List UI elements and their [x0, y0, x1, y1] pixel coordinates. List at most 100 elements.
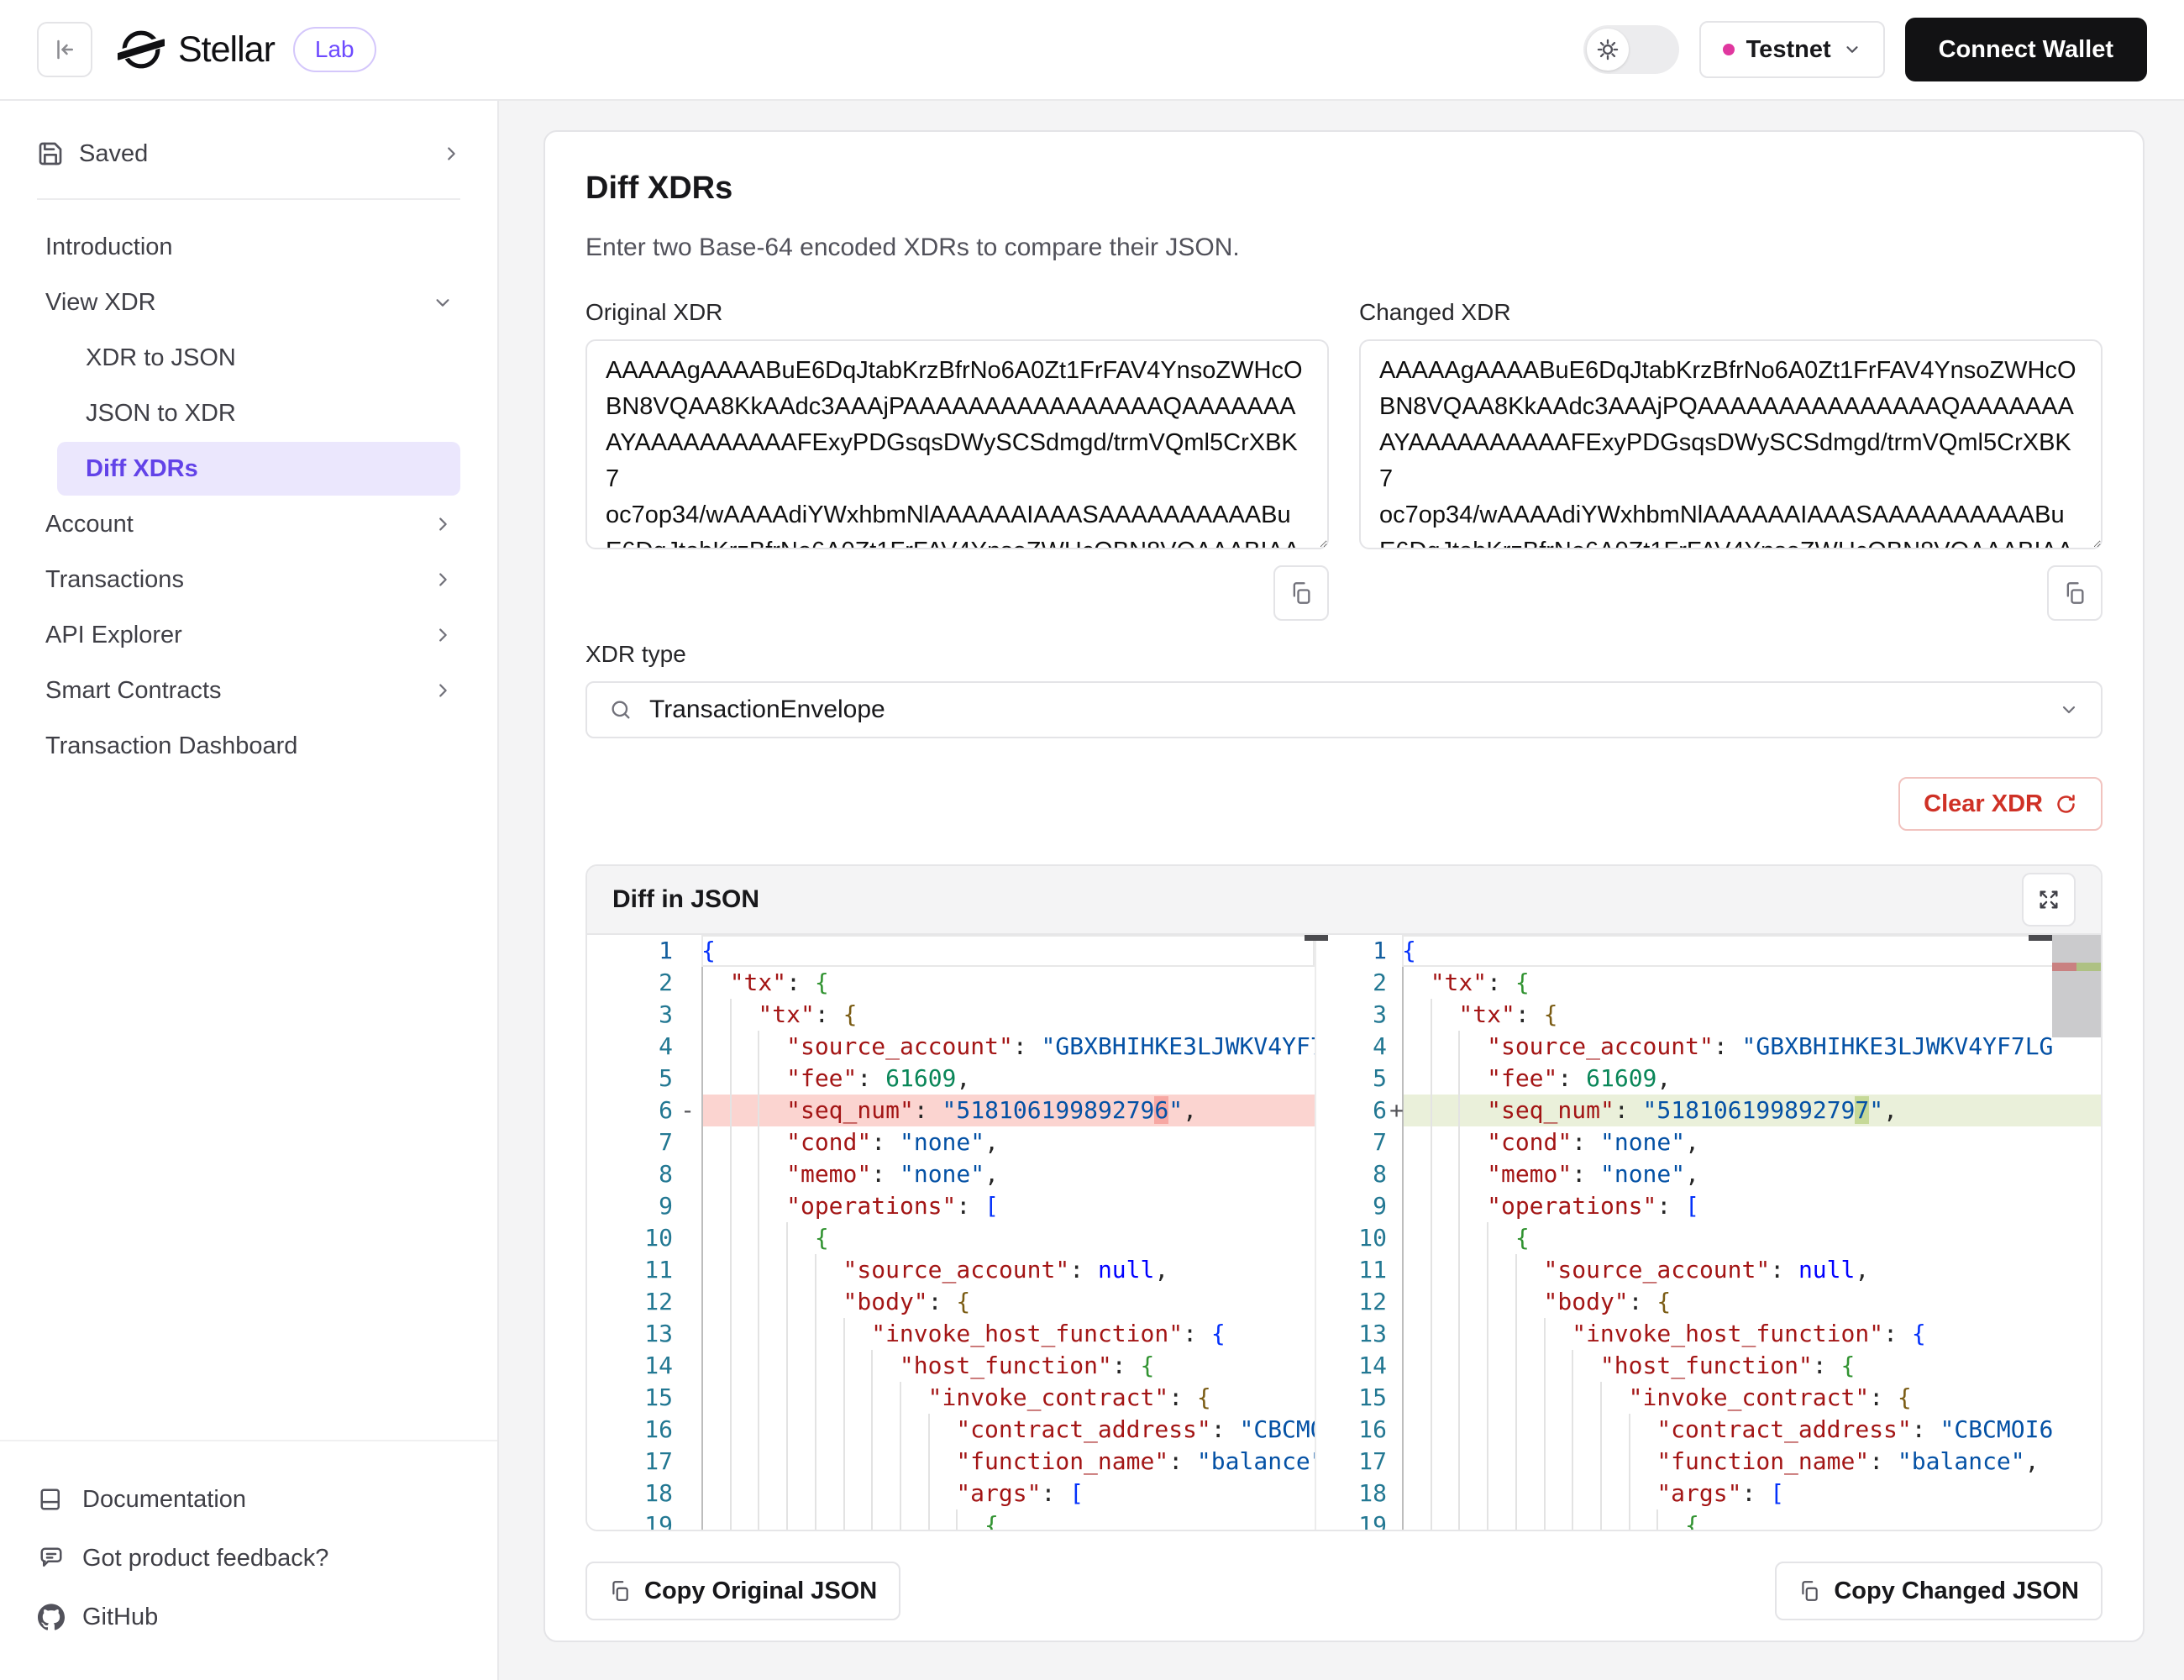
sidebar-item-label: Transaction Dashboard — [45, 732, 297, 760]
code-line[interactable]: 19{ — [587, 1509, 1315, 1530]
line-number: 6- — [587, 1095, 701, 1126]
sidebar-item-account[interactable]: Account — [37, 497, 460, 551]
line-content: "fee": 61609, — [701, 1063, 1315, 1095]
code-line[interactable]: 15"invoke_contract": { — [587, 1382, 1315, 1414]
sidebar-item-transaction-dashboard[interactable]: Transaction Dashboard — [37, 719, 460, 773]
code-line[interactable]: 7"cond": "none", — [587, 1126, 1315, 1158]
line-content: "body": { — [1402, 1286, 2101, 1318]
collapse-sidebar-button[interactable] — [37, 22, 92, 77]
theme-toggle[interactable] — [1583, 25, 1679, 74]
editor-sash-handle[interactable] — [2029, 935, 2052, 941]
code-line[interactable]: 16"contract_address": "CBCMOI6 — [1316, 1414, 2101, 1446]
sidebar-item-api-explorer[interactable]: API Explorer — [37, 608, 460, 662]
refresh-icon — [2055, 793, 2077, 816]
line-content: "source_account": null, — [701, 1254, 1315, 1286]
sidebar-item-view-xdr[interactable]: View XDR — [37, 276, 460, 329]
expand-icon — [2037, 888, 2061, 911]
copy-original-xdr-button[interactable] — [1273, 565, 1329, 621]
line-number: 14 — [1316, 1350, 1402, 1382]
code-line[interactable]: 18"args": [ — [1316, 1478, 2101, 1509]
clear-xdr-button[interactable]: Clear XDR — [1898, 777, 2103, 831]
sidebar-footer-got-product-feedback[interactable]: Got product feedback? — [37, 1529, 460, 1588]
code-line[interactable]: 14"host_function": { — [1316, 1350, 2101, 1382]
code-line[interactable]: 13"invoke_host_function": { — [1316, 1318, 2101, 1350]
line-number: 13 — [1316, 1318, 1402, 1350]
diff-overview-ruler[interactable] — [2052, 935, 2101, 1530]
line-number: 15 — [1316, 1382, 1402, 1414]
sidebar-footer-documentation[interactable]: Documentation — [37, 1470, 460, 1529]
code-line[interactable]: 17"function_name": "balance", — [1316, 1446, 2101, 1478]
code-line[interactable]: 6-"seq_num": "518106199892796", — [587, 1095, 1315, 1126]
copy-changed-xdr-button[interactable] — [2047, 565, 2103, 621]
sidebar-item-json-to-xdr[interactable]: JSON to XDR — [57, 386, 460, 440]
code-line[interactable]: 11"source_account": null, — [1316, 1254, 2101, 1286]
copy-original-json-button[interactable]: Copy Original JSON — [585, 1562, 900, 1620]
line-content: "args": [ — [701, 1478, 1315, 1509]
line-content: "host_function": { — [701, 1350, 1315, 1382]
code-line[interactable]: 12"body": { — [587, 1286, 1315, 1318]
xdr-type-value: TransactionEnvelope — [649, 696, 885, 724]
xdr-type-label: XDR type — [585, 641, 2103, 668]
chevron-right-icon — [433, 570, 452, 589]
code-line[interactable]: 9"operations": [ — [587, 1190, 1315, 1222]
line-number: 16 — [587, 1414, 701, 1446]
editor-sash-handle[interactable] — [1305, 935, 1328, 941]
line-number: 18 — [587, 1478, 701, 1509]
sidebar-item-introduction[interactable]: Introduction — [37, 220, 460, 274]
code-line[interactable]: 9"operations": [ — [1316, 1190, 2101, 1222]
code-line[interactable]: 4"source_account": "GBXBHIHKE3LJWKV4YF7L… — [587, 1031, 1315, 1063]
sidebar-item-smart-contracts[interactable]: Smart Contracts — [37, 664, 460, 717]
code-line[interactable]: 10{ — [587, 1222, 1315, 1254]
sidebar-footer-github[interactable]: GitHub — [37, 1588, 460, 1646]
code-line[interactable]: 1{ — [1316, 935, 2101, 967]
code-line[interactable]: 2"tx": { — [587, 967, 1315, 999]
code-line[interactable]: 12"body": { — [1316, 1286, 2101, 1318]
top-bar: Stellar Lab Testnet Connect Wallet — [0, 0, 2184, 101]
sidebar-footer: DocumentationGot product feedback?GitHub — [0, 1440, 497, 1680]
sidebar-item-diff-xdrs[interactable]: Diff XDRs — [57, 442, 460, 496]
line-content: "function_name": "balance", — [1402, 1446, 2101, 1478]
code-line[interactable]: 3"tx": { — [1316, 999, 2101, 1031]
sidebar-item-label: View XDR — [45, 289, 156, 317]
code-line[interactable]: 10{ — [1316, 1222, 2101, 1254]
sidebar-item-saved[interactable]: Saved — [37, 126, 460, 181]
network-selector[interactable]: Testnet — [1699, 21, 1885, 78]
xdr-type-select[interactable]: TransactionEnvelope — [585, 681, 2103, 738]
line-content: { — [1402, 1509, 2101, 1530]
code-line[interactable]: 5"fee": 61609, — [587, 1063, 1315, 1095]
code-line[interactable]: 5"fee": 61609, — [1316, 1063, 2101, 1095]
code-line[interactable]: 11"source_account": null, — [587, 1254, 1315, 1286]
code-line[interactable]: 16"contract_address": "CBCMOI6 — [587, 1414, 1315, 1446]
diff-editor[interactable]: 1{2"tx": {3"tx": {4"source_account": "GB… — [587, 935, 2101, 1530]
changed-xdr-label: Changed XDR — [1359, 299, 2103, 326]
changed-xdr-input[interactable] — [1359, 339, 2103, 549]
scrollbar-slider[interactable] — [2052, 935, 2101, 1037]
code-line[interactable]: 7"cond": "none", — [1316, 1126, 2101, 1158]
code-line[interactable]: 17"function_name": "balance", — [587, 1446, 1315, 1478]
code-line[interactable]: 13"invoke_host_function": { — [587, 1318, 1315, 1350]
code-line[interactable]: 1{ — [587, 935, 1315, 967]
code-line[interactable]: 8"memo": "none", — [587, 1158, 1315, 1190]
copy-changed-json-button[interactable]: Copy Changed JSON — [1775, 1562, 2103, 1620]
code-line[interactable]: 6+"seq_num": "518106199892797", — [1316, 1095, 2101, 1126]
search-icon — [609, 698, 633, 722]
expand-diff-button[interactable] — [2022, 873, 2076, 927]
line-content: "host_function": { — [1402, 1350, 2101, 1382]
sidebar-item-transactions[interactable]: Transactions — [37, 553, 460, 606]
code-line[interactable]: 15"invoke_contract": { — [1316, 1382, 2101, 1414]
code-line[interactable]: 8"memo": "none", — [1316, 1158, 2101, 1190]
code-line[interactable]: 19{ — [1316, 1509, 2101, 1530]
code-line[interactable]: 18"args": [ — [587, 1478, 1315, 1509]
stellar-logo: Stellar — [118, 26, 275, 73]
connect-wallet-button[interactable]: Connect Wallet — [1905, 18, 2147, 81]
sidebar-item-xdr-to-json[interactable]: XDR to JSON — [57, 331, 460, 385]
code-line[interactable]: 4"source_account": "GBXBHIHKE3LJWKV4YF7L… — [1316, 1031, 2101, 1063]
line-number: 11 — [587, 1254, 701, 1286]
code-line[interactable]: 14"host_function": { — [587, 1350, 1315, 1382]
diff-pane-original: 1{2"tx": {3"tx": {4"source_account": "GB… — [587, 935, 1316, 1530]
code-line[interactable]: 2"tx": { — [1316, 967, 2101, 999]
sidebar-item-label: JSON to XDR — [86, 400, 236, 428]
original-xdr-input[interactable] — [585, 339, 1329, 549]
line-content: "seq_num": "518106199892796", — [701, 1095, 1315, 1126]
code-line[interactable]: 3"tx": { — [587, 999, 1315, 1031]
